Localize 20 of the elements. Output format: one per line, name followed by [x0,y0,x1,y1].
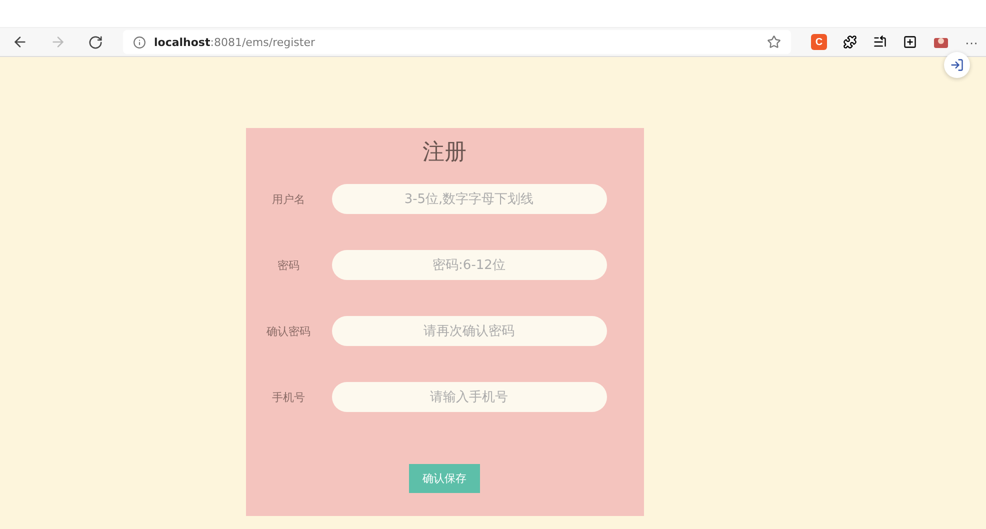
form-title: 注册 [422,139,466,167]
field-label: 确认密码 [266,324,312,338]
input-field[interactable]: 请再次确认密码 [332,316,606,346]
input-field[interactable]: 密码:6-12位 [332,250,606,280]
field-label: 用户名 [271,192,306,206]
favorites-icon[interactable] [873,35,887,49]
more-button[interactable]: ··· [965,34,978,50]
sign-in-icon [950,58,964,72]
input-field[interactable]: 请输入手机号 [332,382,606,412]
extensions-icon[interactable] [843,35,857,49]
address-bar[interactable]: localhost:8081/ems/register [123,30,791,54]
add-favorite-icon[interactable] [767,35,781,49]
field-label: 手机号 [271,390,306,404]
forward-arrow-icon [50,34,66,50]
field-label: 密码 [276,258,300,272]
refresh-icon [88,34,103,50]
info-icon [133,36,146,48]
sign-in-button[interactable] [944,52,970,78]
input-field[interactable]: 3-5位,数字字母下划线 [332,184,606,214]
collections-icon[interactable] [903,35,917,49]
